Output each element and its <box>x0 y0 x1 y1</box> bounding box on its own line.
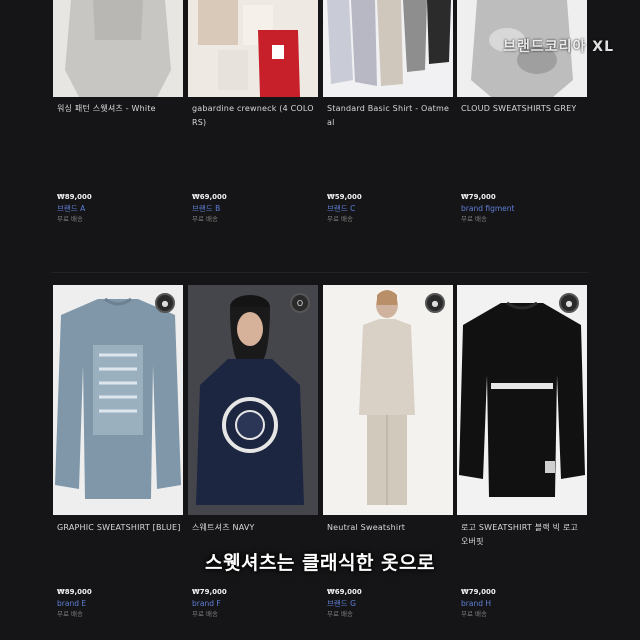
product-price: ₩79,000 <box>192 588 227 596</box>
product-name[interactable]: gabardine crewneck (4 COLORS) <box>192 102 316 130</box>
product-meta: 무료 배송 <box>192 215 218 223</box>
product-brand[interactable]: brand F <box>192 598 316 609</box>
brand-badge-icon: ● <box>155 293 175 313</box>
channel-watermark: 브랜드코리아 XL <box>503 39 614 55</box>
product-meta: 무료 배송 <box>57 610 83 618</box>
product-name[interactable]: 로고 SWEATSHIRT 블랙 빅 로고 오버핏 <box>461 521 585 549</box>
neutral-sweatshirt-model-photo <box>323 285 453 515</box>
product-price: ₩59,000 <box>327 193 362 201</box>
shirts-rack-photo <box>323 0 453 97</box>
product-name[interactable]: Standard Basic Shirt - Oatmeal <box>327 102 451 130</box>
product-meta: 무료 배송 <box>461 610 487 618</box>
brand-badge-icon: O <box>290 293 310 313</box>
brand-badge-icon: ● <box>425 293 445 313</box>
product-brand[interactable]: 브랜드 C <box>327 203 451 214</box>
product-name[interactable]: 워싱 패턴 스웻셔츠 - White <box>57 102 181 116</box>
product-image[interactable]: ● <box>457 285 587 515</box>
product-image[interactable]: ● <box>53 285 183 515</box>
product-name[interactable]: GRAPHIC SWEATSHIRT [BLUE] <box>57 521 181 535</box>
crewneck-collage-photo <box>188 0 318 97</box>
product-image[interactable]: ● <box>323 285 453 515</box>
product-brand[interactable]: brand E <box>57 598 181 609</box>
product-meta: 무료 배송 <box>327 215 353 223</box>
brand-badge-icon: ● <box>559 293 579 313</box>
product-name[interactable]: 스웨트셔츠 NAVY <box>192 521 316 535</box>
blue-graphic-sweatshirt-photo <box>53 285 183 515</box>
product-grid-screen: 워싱 패턴 스웻셔츠 - White ₩89,000 브랜드 A 무료 배송 g… <box>0 0 640 640</box>
product-image[interactable] <box>188 0 318 97</box>
product-price: ₩69,000 <box>192 193 227 201</box>
product-brand[interactable]: 브랜드 A <box>57 203 181 214</box>
product-meta: 무료 배송 <box>57 215 83 223</box>
product-name[interactable]: CLOUD SWEATSHIRTS GREY <box>461 102 585 116</box>
product-brand[interactable]: 브랜드 B <box>192 203 316 214</box>
white-sweatshirt-photo <box>53 0 183 97</box>
black-logo-sweatshirt-photo <box>457 285 587 515</box>
navy-sweatshirt-model-photo <box>188 285 318 515</box>
product-price: ₩79,000 <box>461 193 496 201</box>
product-brand[interactable]: brand H <box>461 598 585 609</box>
product-price: ₩69,000 <box>327 588 362 596</box>
product-image[interactable] <box>323 0 453 97</box>
product-brand[interactable]: 브랜드 G <box>327 598 451 609</box>
product-meta: 무료 배송 <box>327 610 353 618</box>
product-meta: 무료 배송 <box>461 215 487 223</box>
product-meta: 무료 배송 <box>192 610 218 618</box>
video-subtitle: 스웻셔츠는 클래식한 옷으로 <box>205 552 435 574</box>
product-price: ₩79,000 <box>461 588 496 596</box>
product-image[interactable]: O <box>188 285 318 515</box>
product-price: ₩89,000 <box>57 588 92 596</box>
product-price: ₩89,000 <box>57 193 92 201</box>
row-divider <box>52 272 588 273</box>
product-brand[interactable]: brand figment <box>461 203 585 214</box>
product-image[interactable] <box>53 0 183 97</box>
product-name[interactable]: Neutral Sweatshirt <box>327 521 451 535</box>
